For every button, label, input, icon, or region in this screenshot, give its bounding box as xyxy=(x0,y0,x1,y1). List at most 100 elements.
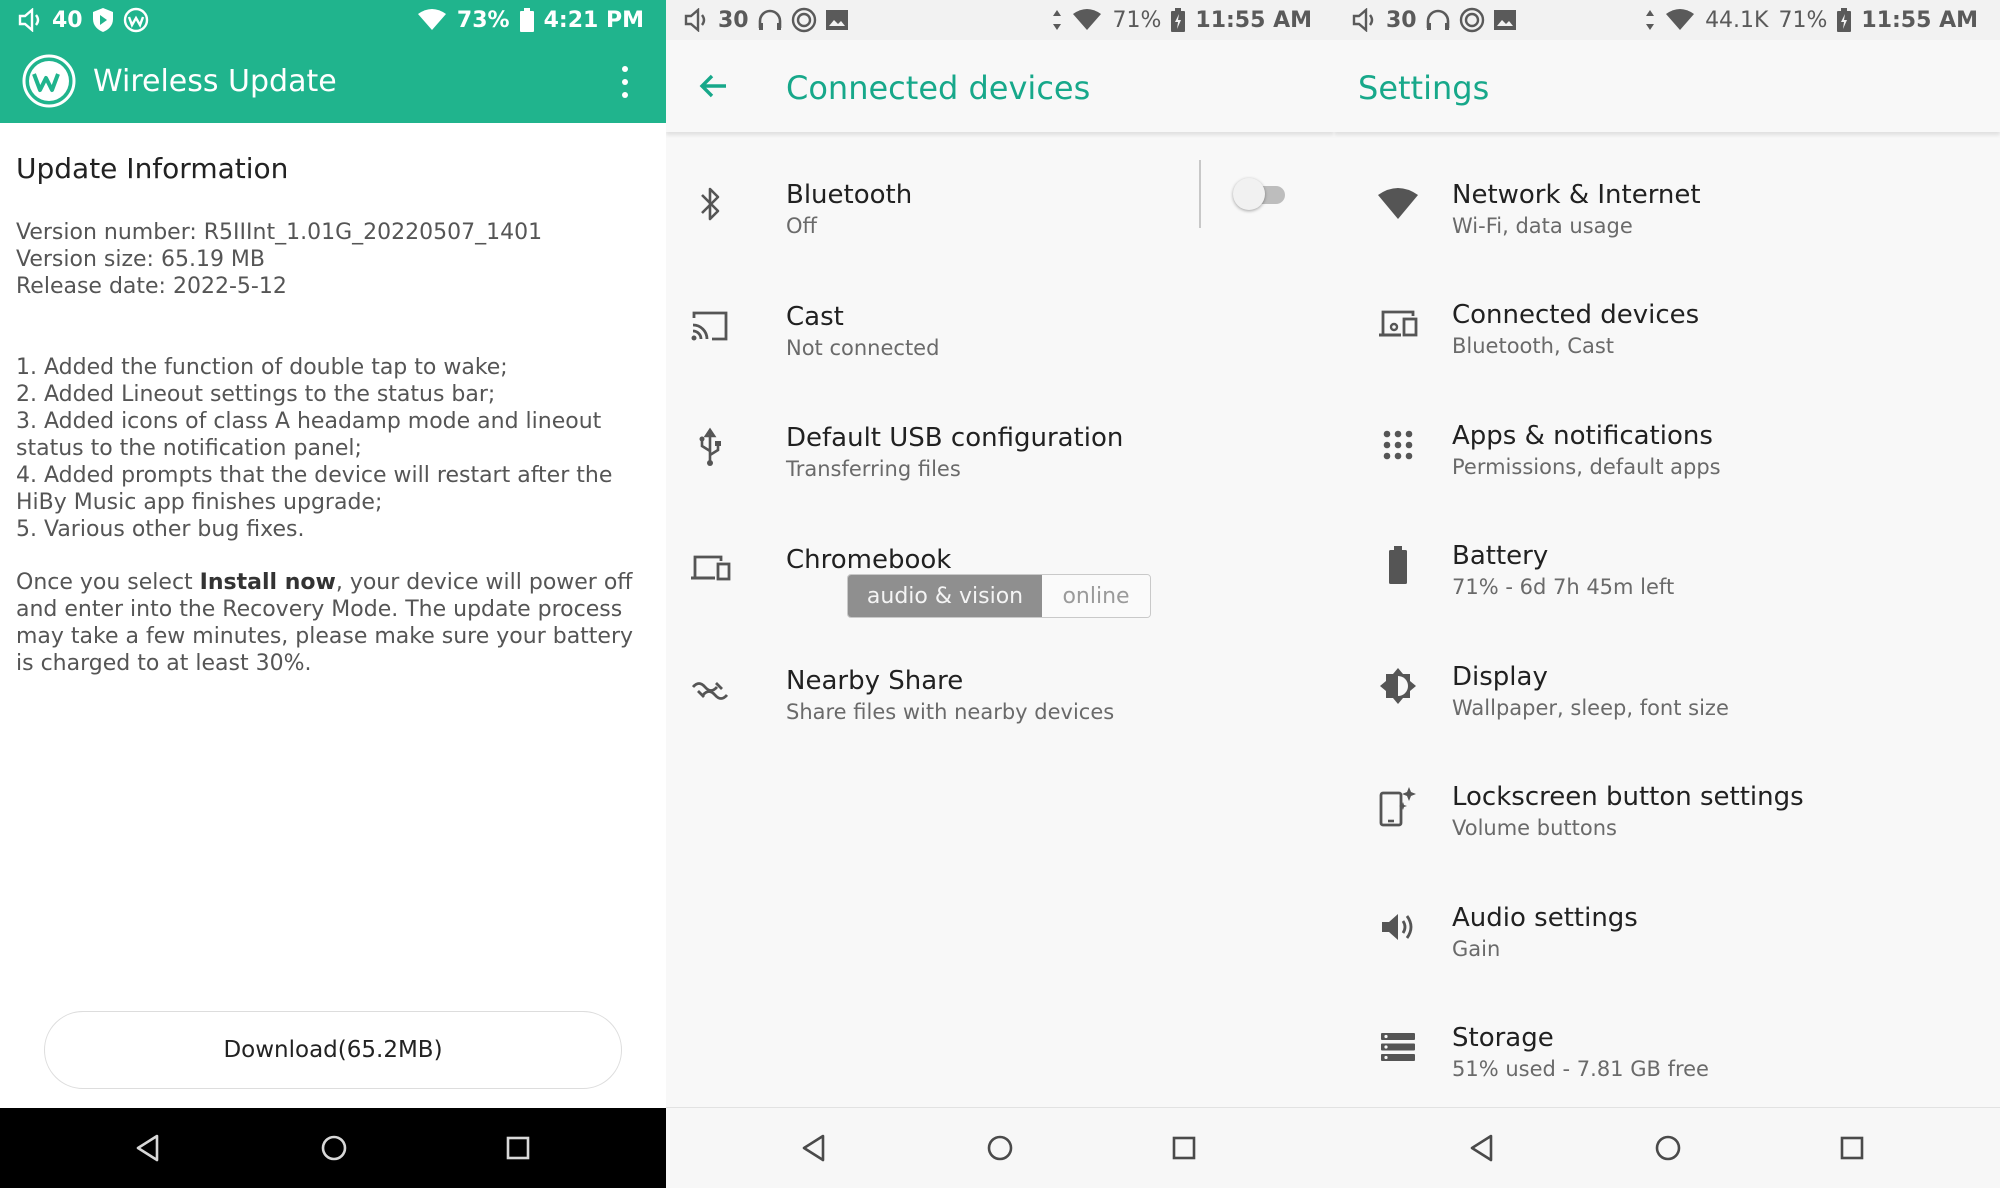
wifi-status-icon xyxy=(417,9,447,31)
battery-charging-icon xyxy=(1171,8,1186,32)
item-title: Apps & notifications xyxy=(1452,421,1713,451)
item-subtitle: 71% - 6d 7h 45m left xyxy=(1452,575,1675,599)
settings-screen: 30 44.1K 71% 11:55 AM Settings Network &… xyxy=(1334,0,2000,1188)
item-title: Connected devices xyxy=(1452,300,1700,330)
toggle-thumb xyxy=(1233,178,1265,210)
settings-item-apps[interactable]: Apps & notifications Permissions, defaul… xyxy=(1334,373,2000,493)
download-button[interactable]: Download(65.2MB) xyxy=(44,1011,622,1089)
settings-item-network[interactable]: Network & Internet Wi-Fi, data usage xyxy=(1334,132,2000,252)
clock: 11:55 AM xyxy=(1195,7,1312,33)
wireless-update-screen: 40 73% 4:21 PM Wireless Update Update In… xyxy=(0,0,666,1188)
nav-recents-icon[interactable] xyxy=(1144,1108,1224,1188)
settings-item-display[interactable]: Display Wallpaper, sleep, font size xyxy=(1334,614,2000,734)
image-icon xyxy=(1493,9,1517,31)
item-subtitle: Wi-Fi, data usage xyxy=(1452,214,1633,238)
version-size: Version size: 65.19 MB xyxy=(16,247,266,272)
back-arrow-icon[interactable] xyxy=(696,68,732,104)
item-title: Display xyxy=(1452,662,1548,692)
list-item-usb[interactable]: Default USB configuration Transferring f… xyxy=(666,375,1334,495)
settings-item-audio[interactable]: Audio settings Gain xyxy=(1334,855,2000,975)
nav-recents-icon[interactable] xyxy=(478,1108,558,1188)
release-note: 1. Added the function of double tap to w… xyxy=(16,355,508,380)
list-item-nearby-share[interactable]: Nearby Share Share files with nearby dev… xyxy=(666,618,1334,738)
item-title: Cast xyxy=(786,302,844,332)
item-subtitle: Volume buttons xyxy=(1452,816,1617,840)
clock: 4:21 PM xyxy=(543,7,644,33)
item-title: Default USB configuration xyxy=(786,423,1124,453)
item-subtitle: Wallpaper, sleep, font size xyxy=(1452,696,1729,720)
volume-level: 30 xyxy=(1386,7,1417,33)
battery-status-icon xyxy=(519,8,534,32)
navigation-bar xyxy=(1334,1107,2000,1188)
nav-back-icon[interactable] xyxy=(1442,1108,1522,1188)
item-title: Audio settings xyxy=(1452,903,1638,933)
version-details: Version number: R5IIInt_1.01G_20220507_1… xyxy=(16,219,656,300)
headphones-icon xyxy=(1425,8,1451,32)
connected-devices-screen: 30 71% 11:55 AM Connected devices Blueto… xyxy=(666,0,1334,1188)
nearby-share-icon xyxy=(686,666,734,714)
volume-level: 40 xyxy=(52,7,83,33)
item-title: Storage xyxy=(1452,1023,1554,1053)
item-subtitle: Share files with nearby devices xyxy=(786,700,1115,724)
item-subtitle: Permissions, default apps xyxy=(1452,455,1721,479)
item-subtitle: Bluetooth, Cast xyxy=(1452,334,1615,358)
usb-icon xyxy=(686,423,734,471)
release-note: 5. Various other bug fixes. xyxy=(16,517,305,542)
release-note: 3. Added icons of class A headamp mode a… xyxy=(16,409,602,461)
volume-level: 30 xyxy=(718,7,749,33)
settings-item-connected-devices[interactable]: Connected devices Bluetooth, Cast xyxy=(1334,252,2000,372)
toolbar: Settings xyxy=(1334,40,2000,132)
item-title: Nearby Share xyxy=(786,666,964,696)
watermark-left: audio & vision xyxy=(848,575,1042,617)
watermark-logo: audio & vision online xyxy=(847,574,1151,618)
lockscreen-icon xyxy=(1374,782,1422,830)
item-subtitle: Gain xyxy=(1452,937,1501,961)
nav-back-icon[interactable] xyxy=(108,1108,188,1188)
list-item-cast[interactable]: Cast Not connected xyxy=(666,254,1334,374)
settings-item-storage[interactable]: Storage 51% used - 7.81 GB free xyxy=(1334,975,2000,1095)
item-subtitle: Off xyxy=(786,214,817,238)
item-title: Network & Internet xyxy=(1452,180,1701,210)
toolbar: Connected devices xyxy=(666,40,1334,132)
headphones-icon xyxy=(757,8,783,32)
divider xyxy=(1199,160,1201,228)
item-subtitle: 51% used - 7.81 GB free xyxy=(1452,1057,1709,1081)
battery-percent: 71% xyxy=(1112,7,1162,33)
bluetooth-toggle[interactable] xyxy=(1233,176,1289,210)
release-note: 4. Added prompts that the device will re… xyxy=(16,463,613,515)
watermark-right: online xyxy=(1042,575,1150,617)
battery-charging-icon xyxy=(1837,8,1852,32)
status-bar: 30 71% 11:55 AM xyxy=(666,0,1334,40)
status-bar: 30 44.1K 71% 11:55 AM xyxy=(1334,0,2000,40)
storage-icon xyxy=(1374,1023,1422,1071)
data-arrows-icon xyxy=(1645,9,1655,31)
volume-icon xyxy=(684,8,710,32)
install-notice: Once you select Install now, your device… xyxy=(16,569,656,677)
data-arrows-icon xyxy=(1052,9,1062,31)
battery-percent: 73% xyxy=(456,7,510,33)
navigation-bar xyxy=(0,1108,666,1188)
item-title: Bluetooth xyxy=(786,180,913,210)
app-bar: Wireless Update xyxy=(0,40,666,123)
battery-percent: 71% xyxy=(1778,7,1828,33)
release-notes: 1. Added the function of double tap to w… xyxy=(16,354,656,543)
more-options-icon[interactable] xyxy=(618,64,632,100)
sync-status-icon xyxy=(1459,7,1485,33)
navigation-bar xyxy=(666,1107,1334,1188)
image-icon xyxy=(825,9,849,31)
nav-home-icon[interactable] xyxy=(1628,1108,1708,1188)
page-title: Connected devices xyxy=(786,69,1091,107)
settings-item-battery[interactable]: Battery 71% - 6d 7h 45m left xyxy=(1334,493,2000,613)
volume-icon xyxy=(18,8,44,32)
page-title: Settings xyxy=(1358,69,1490,107)
nav-home-icon[interactable] xyxy=(294,1108,374,1188)
item-subtitle: Not connected xyxy=(786,336,940,360)
update-info-heading: Update Information xyxy=(16,152,289,185)
sync-status-icon xyxy=(791,7,817,33)
nav-home-icon[interactable] xyxy=(960,1108,1040,1188)
nav-back-icon[interactable] xyxy=(774,1108,854,1188)
volume-icon xyxy=(1352,8,1378,32)
brightness-icon xyxy=(1374,662,1422,710)
nav-recents-icon[interactable] xyxy=(1812,1108,1892,1188)
settings-item-lockscreen[interactable]: Lockscreen button settings Volume button… xyxy=(1334,734,2000,854)
